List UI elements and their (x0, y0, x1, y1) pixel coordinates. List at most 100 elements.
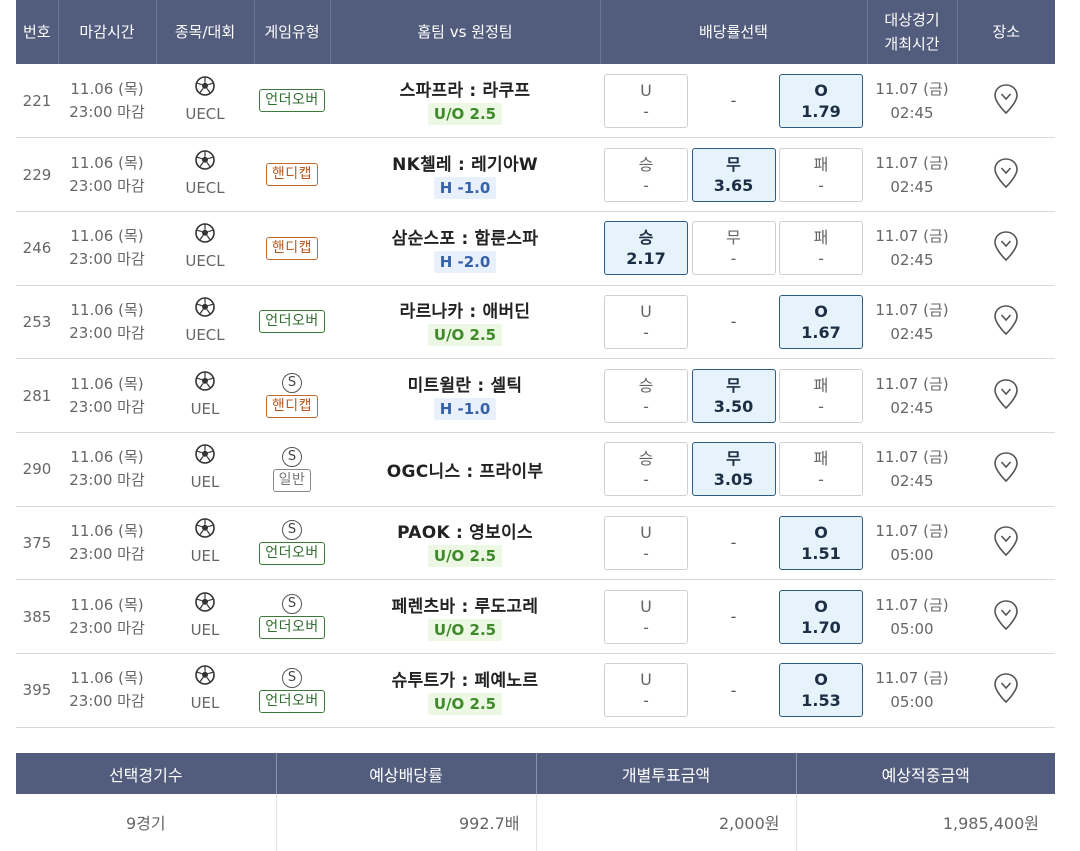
odds-option-1[interactable]: U- (604, 663, 688, 718)
match: 라르나카: 애버딘 U/O 2.5 (330, 285, 600, 360)
map-pin-icon[interactable] (993, 304, 1019, 336)
odds-value: - (643, 470, 649, 490)
map-pin-icon[interactable] (993, 83, 1019, 115)
odds-option-2: - (692, 295, 776, 349)
sport-league: UEL (156, 358, 254, 433)
game-number: 246 (16, 211, 58, 286)
map-pin-icon[interactable] (993, 157, 1019, 189)
game-type: S 언더오버 (254, 579, 330, 654)
single-game-icon: S (282, 667, 302, 688)
odds-option-3[interactable]: 패- (779, 147, 863, 202)
game-type-badge: 핸디캡 (265, 236, 319, 260)
game-type-badge: 언더오버 (259, 689, 325, 713)
event-time: 11.07 (금) 02:45 (867, 137, 957, 212)
match-line: U/O 2.5 (427, 545, 503, 568)
odds-option-3[interactable]: O 1.67 (779, 294, 863, 349)
event-date: 11.07 (금) (875, 448, 949, 467)
col-no: 번호 (16, 0, 59, 64)
odds-label: - (730, 680, 737, 700)
odds-value: - (818, 396, 824, 416)
map-pin-icon[interactable] (993, 599, 1019, 631)
odds-option-3[interactable]: O 1.53 (779, 663, 863, 718)
home-team: 스파프라 (399, 81, 464, 102)
teams: NK첼레: 레기아W (392, 155, 538, 176)
map-pin-icon[interactable] (993, 451, 1019, 483)
odds-label: - (730, 91, 737, 111)
event-time: 11.07 (금) 02:45 (867, 432, 957, 507)
match-line: U/O 2.5 (427, 324, 503, 347)
soccer-ball-icon (195, 370, 215, 391)
sport-league: UEL (156, 653, 254, 728)
event-clock: 02:45 (890, 177, 934, 196)
soccer-ball-icon (195, 444, 215, 465)
deadline-time: 23:00 마감 (69, 618, 145, 637)
odds-select: U - - O 1.70 (600, 579, 867, 654)
odds-option-1[interactable]: U- (604, 294, 688, 349)
soccer-ball-icon (195, 665, 215, 686)
place (957, 579, 1055, 654)
away-team: 라쿠프 (482, 81, 531, 102)
odds-option-1[interactable]: 승- (604, 442, 688, 497)
deadline: 11.06 (목) 23:00 마감 (58, 211, 156, 286)
event-time: 11.07 (금) 02:45 (867, 358, 957, 433)
odds-option-3[interactable]: 패- (779, 221, 863, 276)
event-clock: 02:45 (890, 251, 934, 270)
odds-option-3[interactable]: 패- (779, 442, 863, 497)
odds-option-2[interactable]: 무 3.05 (691, 442, 776, 497)
odds-option-2[interactable]: 무 3.65 (691, 147, 776, 202)
deadline-date: 11.06 (목) (70, 595, 144, 614)
home-team: NK첼레 (392, 155, 452, 176)
odds-value: 1.79 (801, 101, 841, 121)
odds-option-1[interactable]: 승 2.17 (604, 221, 688, 276)
place (957, 653, 1055, 728)
deadline-time: 23:00 마감 (69, 176, 145, 195)
game-type: 언더오버 (254, 64, 330, 139)
deadline-time: 23:00 마감 (69, 692, 145, 711)
deadline-date: 11.06 (목) (70, 300, 144, 319)
event-date: 11.07 (금) (875, 227, 949, 246)
single-game-icon: S (282, 373, 302, 394)
deadline-time: 23:00 마감 (69, 471, 145, 490)
odds-option-3[interactable]: O 1.70 (779, 589, 863, 644)
odds-option-1[interactable]: U- (604, 515, 688, 570)
deadline: 11.06 (목) 23:00 마감 (58, 285, 156, 360)
odds-option-1[interactable]: 승- (604, 147, 688, 202)
map-pin-icon[interactable] (993, 525, 1019, 557)
place (957, 211, 1055, 286)
odds-option-3[interactable]: O 1.79 (779, 73, 863, 128)
odds-option-3[interactable]: 패- (779, 368, 863, 423)
teams: 스파프라: 라쿠프 (399, 81, 531, 102)
away-team: 영보이스 (469, 523, 533, 544)
odds-option-2[interactable]: 무 3.50 (691, 368, 776, 423)
game-number: 253 (16, 285, 58, 360)
away-team: 함룬스파 (474, 228, 539, 249)
odds-option-1[interactable]: U- (604, 589, 688, 644)
game-type-badge: 언더오버 (259, 89, 325, 113)
place (957, 64, 1055, 139)
match-line: H -1.0 (433, 398, 497, 421)
odds-label: U (640, 670, 652, 690)
home-team: 미트윌란 (407, 376, 472, 397)
odds-option-3[interactable]: O 1.51 (779, 515, 863, 570)
odds-value: - (818, 249, 824, 269)
single-game-icon: S (282, 594, 302, 615)
odds-option-1[interactable]: U- (604, 73, 688, 128)
summary-win: 1,985,400원 (796, 794, 1055, 851)
away-team: 셀틱 (490, 376, 523, 397)
teams: 페렌츠바: 루도고레 (391, 597, 539, 618)
odds-option-2: - (692, 516, 776, 570)
map-pin-icon[interactable] (993, 378, 1019, 410)
odds-value: 1.67 (801, 322, 841, 342)
map-pin-icon[interactable] (993, 230, 1019, 262)
games-table: 번호 마감시간 종목/대회 게임유형 홈팀 vs 원정팀 배당률선택 대상경기 개… (16, 0, 1055, 728)
odds-value: - (818, 175, 824, 195)
home-team: OGC니스 (386, 461, 461, 482)
odds-option-1[interactable]: 승- (604, 368, 688, 423)
odds-label: O (814, 522, 828, 542)
event-date: 11.07 (금) (875, 153, 949, 172)
map-pin-icon[interactable] (993, 672, 1019, 704)
odds-label: U (640, 301, 652, 321)
deadline-time: 23:00 마감 (69, 323, 145, 342)
event-clock: 02:45 (890, 472, 934, 491)
odds-option-2[interactable]: 무- (691, 221, 776, 276)
